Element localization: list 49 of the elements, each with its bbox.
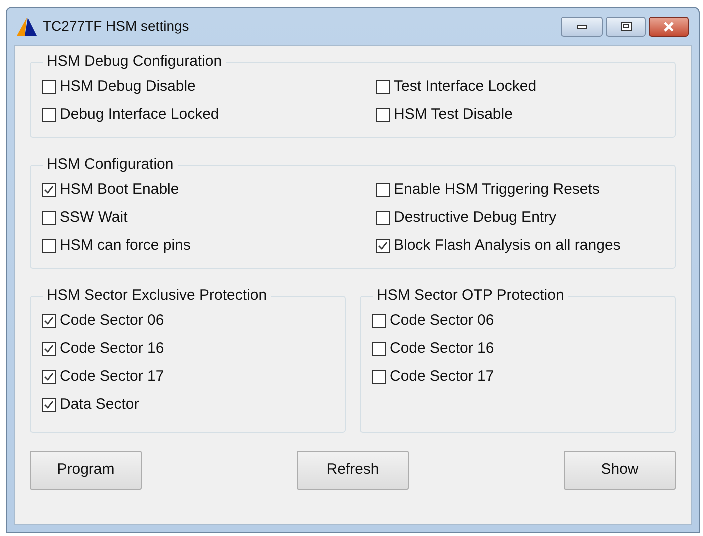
checkbox-label: Debug Interface Locked xyxy=(60,104,220,125)
checkbox[interactable] xyxy=(372,342,386,356)
checkbox[interactable] xyxy=(372,314,386,328)
checkbox-label: HSM Test Disable xyxy=(394,104,513,125)
group-title: HSM Debug Configuration xyxy=(46,53,224,71)
group-title: HSM Sector OTP Protection xyxy=(376,287,566,305)
checkbox-label: Code Sector 17 xyxy=(390,366,494,387)
dialog-button[interactable]: Show xyxy=(564,451,676,490)
minimize-icon xyxy=(577,24,587,28)
checkbox[interactable] xyxy=(42,211,56,225)
checkbox-label: Code Sector 06 xyxy=(60,310,164,331)
group-title: HSM Sector Exclusive Protection xyxy=(46,287,268,305)
group-title: HSM Configuration xyxy=(46,156,175,174)
maximize-icon xyxy=(620,22,632,31)
checkbox-label: Test Interface Locked xyxy=(394,76,537,97)
close-icon xyxy=(663,22,675,32)
checkbox-label: HSM can force pins xyxy=(60,236,191,256)
checkbox[interactable] xyxy=(376,80,390,94)
checkbox[interactable] xyxy=(42,239,56,253)
checkbox-label: HSM Debug Disable xyxy=(60,76,196,97)
checkbox[interactable] xyxy=(42,80,56,94)
checkbox-label: Code Sector 16 xyxy=(390,338,494,359)
checkbox-label: Enable HSM Triggering Resets xyxy=(394,180,600,200)
checkbox-label: HSM Boot Enable xyxy=(60,180,180,200)
checkbox-label: Data Sector xyxy=(60,394,140,415)
checkbox[interactable] xyxy=(376,183,390,197)
checkbox[interactable] xyxy=(42,183,56,197)
window-title: TC277TF HSM settings xyxy=(43,17,190,36)
checkbox[interactable] xyxy=(42,108,56,122)
maximize-button[interactable] xyxy=(606,16,646,36)
checkbox[interactable] xyxy=(42,398,56,412)
checkbox[interactable] xyxy=(42,342,56,356)
checkbox-label: Block Flash Analysis on all ranges xyxy=(394,236,621,256)
checkbox-label: SSW Wait xyxy=(60,208,128,228)
checkbox-label: Code Sector 16 xyxy=(60,338,164,359)
checkbox[interactable] xyxy=(372,370,386,384)
checkbox[interactable] xyxy=(42,314,56,328)
dialog-button[interactable]: Refresh xyxy=(297,451,409,490)
checkbox-label: Code Sector 17 xyxy=(60,366,164,387)
checkbox-label: Destructive Debug Entry xyxy=(394,208,557,228)
dialog-button[interactable]: Program xyxy=(30,451,142,490)
checkbox[interactable] xyxy=(376,108,390,122)
app-logo-icon xyxy=(17,18,37,36)
checkbox[interactable] xyxy=(376,239,390,253)
close-button[interactable] xyxy=(649,16,689,36)
checkbox-label: Code Sector 06 xyxy=(390,310,494,331)
minimize-button[interactable] xyxy=(561,16,603,36)
checkbox[interactable] xyxy=(376,211,390,225)
checkbox[interactable] xyxy=(42,370,56,384)
